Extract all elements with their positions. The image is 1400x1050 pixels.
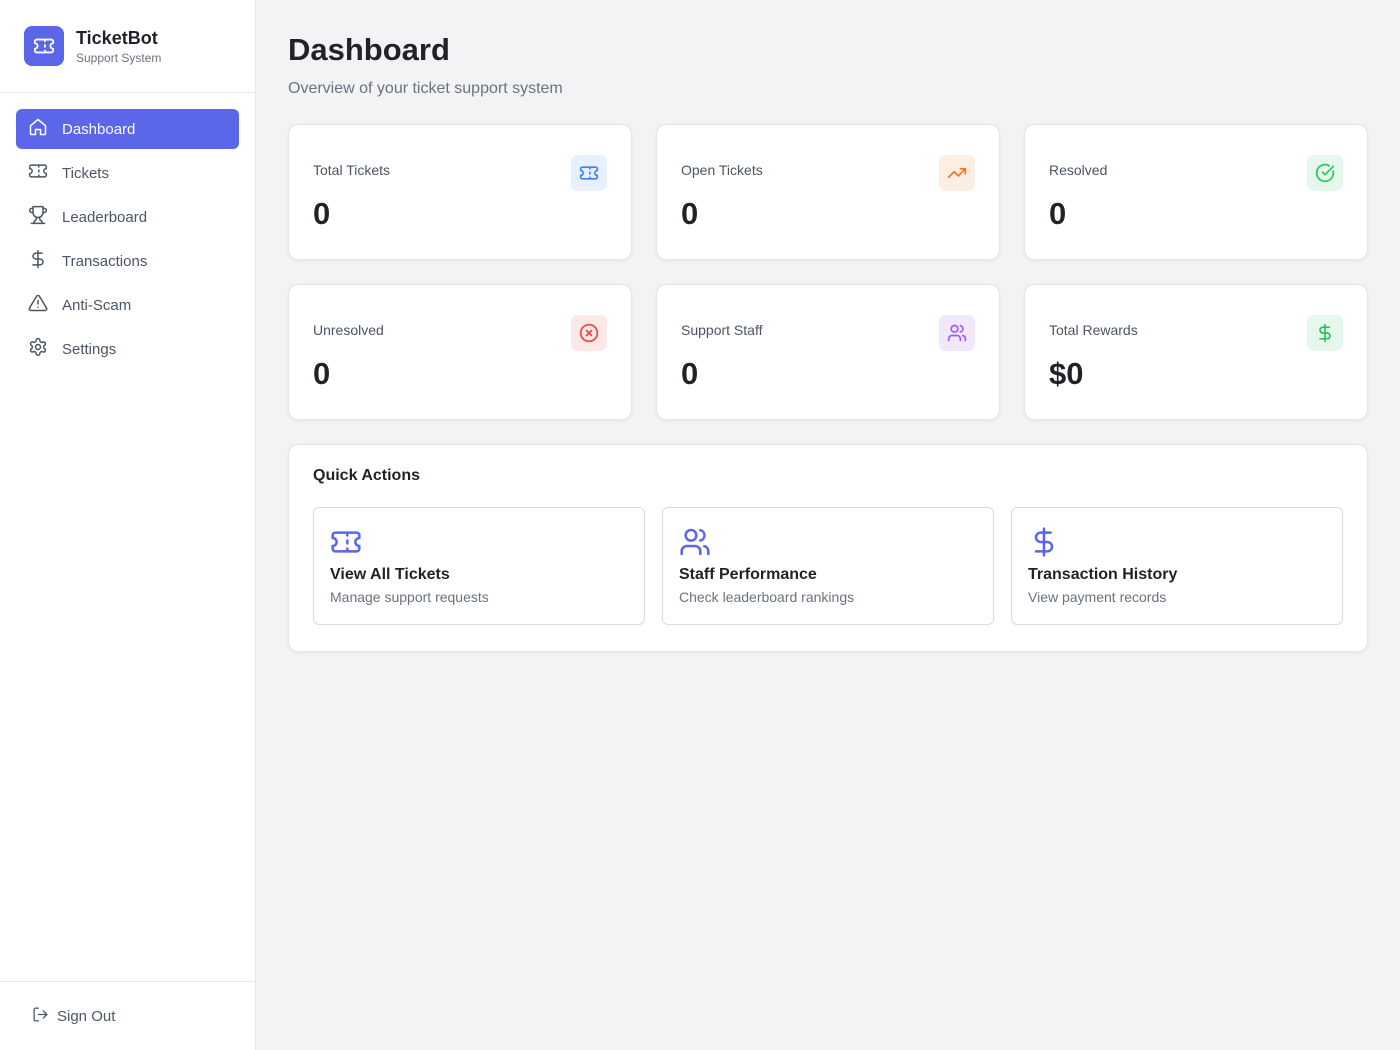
view-all-tickets-button[interactable]: View All Tickets Manage support requests (313, 507, 645, 625)
page-subtitle: Overview of your ticket support system (288, 80, 563, 97)
action-description: Check leaderboard rankings (679, 589, 855, 605)
action-title: Transaction History (1028, 566, 1178, 583)
action-title: View All Tickets (330, 566, 450, 583)
dollar-icon (28, 249, 48, 273)
ticket-icon (24, 26, 64, 66)
quick-actions-panel: Quick Actions View All Tickets Manage su… (288, 444, 1368, 652)
ticket-icon (330, 526, 628, 558)
sidebar-item-transactions[interactable]: Transactions (16, 241, 239, 281)
sidebar-item-label: Settings (62, 340, 117, 358)
sidebar-nav: Dashboard Tickets Leaderboard Transactio… (0, 93, 255, 981)
main-content: Dashboard Overview of your ticket suppor… (256, 0, 1400, 1050)
check-circle-icon (1307, 155, 1343, 191)
sidebar-item-label: Transactions (62, 252, 148, 270)
dollar-icon (1307, 315, 1343, 351)
stats-grid: Total Tickets 0 Open Tickets 0 Resolved … (288, 124, 1368, 420)
trending-up-icon (939, 155, 975, 191)
sign-out-label: Sign Out (57, 1007, 116, 1025)
transaction-history-button[interactable]: Transaction History View payment records (1011, 507, 1343, 625)
sidebar-item-settings[interactable]: Settings (16, 329, 239, 369)
sidebar-item-label: Dashboard (62, 120, 136, 138)
users-icon (939, 315, 975, 351)
dollar-icon (1028, 526, 1326, 558)
stat-label: Resolved (1049, 162, 1108, 178)
trophy-icon (28, 205, 48, 229)
brand: TicketBot Support System (0, 0, 255, 93)
gear-icon (28, 337, 48, 361)
sidebar-item-leaderboard[interactable]: Leaderboard (16, 197, 239, 237)
stat-value: 0 (313, 356, 331, 391)
sidebar-item-tickets[interactable]: Tickets (16, 153, 239, 193)
stat-label: Total Rewards (1049, 322, 1138, 338)
warning-icon (28, 293, 48, 317)
ticket-icon (571, 155, 607, 191)
log-out-icon (32, 1006, 49, 1027)
home-icon (28, 117, 48, 141)
stat-card-total-rewards: Total Rewards $0 (1024, 284, 1368, 420)
stat-value: $0 (1049, 356, 1084, 391)
stat-card-support-staff: Support Staff 0 (656, 284, 1000, 420)
users-icon (679, 526, 977, 558)
stat-value: 0 (313, 196, 331, 231)
sidebar-item-label: Tickets (62, 164, 109, 182)
action-description: View payment records (1028, 589, 1167, 605)
sidebar-item-label: Anti-Scam (62, 296, 132, 314)
stat-label: Unresolved (313, 322, 384, 338)
sign-out-button[interactable]: Sign Out (32, 1006, 115, 1027)
brand-subtitle: Support System (76, 51, 162, 65)
quick-actions-title: Quick Actions (313, 467, 420, 484)
x-circle-icon (571, 315, 607, 351)
action-description: Manage support requests (330, 589, 489, 605)
ticket-icon (28, 161, 48, 185)
stat-card-resolved: Resolved 0 (1024, 124, 1368, 260)
quick-actions-list: View All Tickets Manage support requests… (313, 507, 1343, 625)
stat-value: 0 (681, 356, 699, 391)
sidebar-footer: Sign Out (0, 981, 255, 1050)
stat-value: 0 (1049, 196, 1067, 231)
sidebar: TicketBot Support System Dashboard Ticke… (0, 0, 256, 1050)
stat-label: Support Staff (681, 322, 763, 338)
sidebar-item-label: Leaderboard (62, 208, 148, 226)
stat-value: 0 (681, 196, 699, 231)
stat-card-total-tickets: Total Tickets 0 (288, 124, 632, 260)
action-title: Staff Performance (679, 566, 817, 583)
sidebar-item-dashboard[interactable]: Dashboard (16, 109, 239, 149)
staff-performance-button[interactable]: Staff Performance Check leaderboard rank… (662, 507, 994, 625)
brand-title: TicketBot (76, 28, 158, 48)
sidebar-item-anti-scam[interactable]: Anti-Scam (16, 285, 239, 325)
stat-card-unresolved: Unresolved 0 (288, 284, 632, 420)
page-title: Dashboard (288, 32, 450, 67)
stat-label: Total Tickets (313, 162, 391, 178)
stat-card-open-tickets: Open Tickets 0 (656, 124, 1000, 260)
stat-label: Open Tickets (681, 162, 763, 178)
